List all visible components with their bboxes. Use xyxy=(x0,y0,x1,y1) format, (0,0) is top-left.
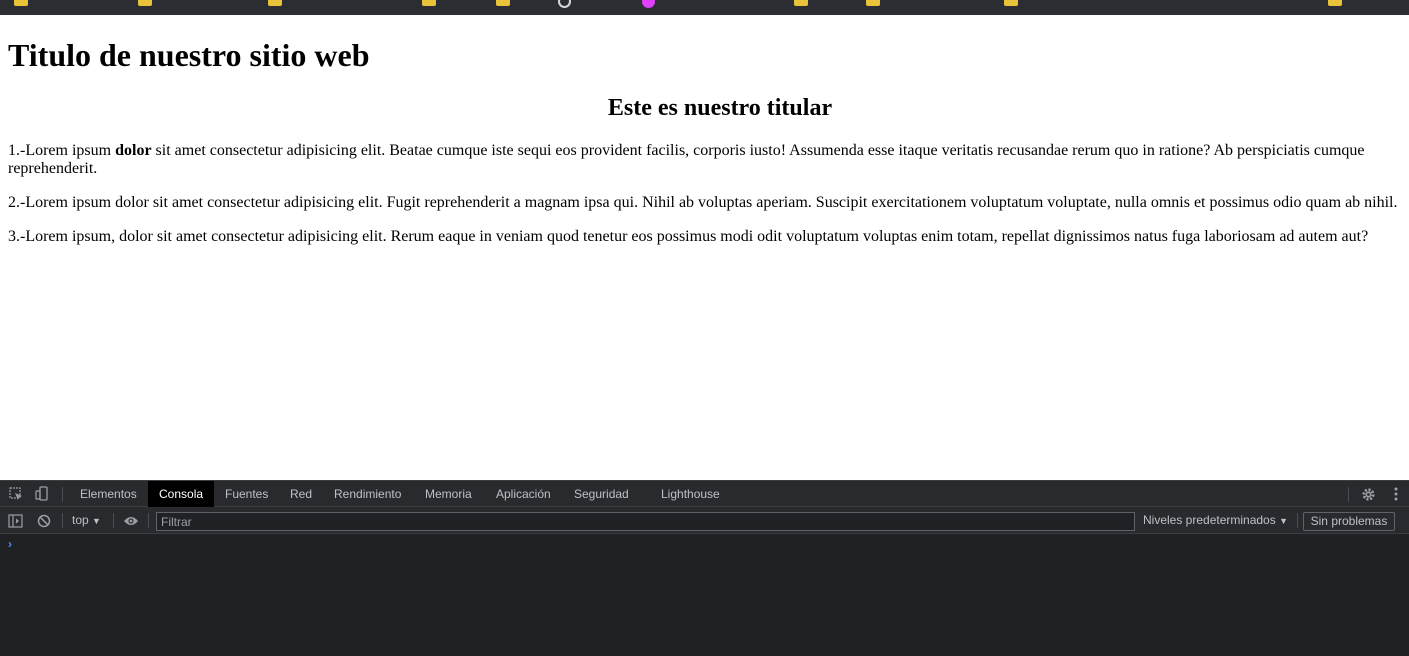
google-favicon-icon[interactable] xyxy=(558,0,571,8)
paragraph-1-end: sit amet consectetur adipisicing elit. B… xyxy=(8,142,1365,177)
chevron-down-icon: ▼ xyxy=(1279,516,1288,526)
issues-button[interactable]: Sin problemas xyxy=(1303,512,1395,531)
devtools-panel: Elementos Consola Fuentes Red Rendimient… xyxy=(0,480,1409,656)
console-filter-input[interactable] xyxy=(156,512,1135,531)
bookmark-folder-icon[interactable] xyxy=(138,0,152,6)
console-prompt[interactable]: › xyxy=(8,537,12,551)
tab-security[interactable]: Seguridad xyxy=(563,481,640,507)
toolbar-divider xyxy=(113,513,114,528)
tab-memory[interactable]: Memoria xyxy=(414,481,483,507)
gear-icon[interactable] xyxy=(1358,485,1378,503)
toolbar-divider xyxy=(1348,487,1349,502)
tab-sources[interactable]: Fuentes xyxy=(214,481,279,507)
clear-console-icon[interactable] xyxy=(35,512,53,529)
log-levels-label: Niveles predeterminados xyxy=(1143,513,1276,527)
tab-network[interactable]: Red xyxy=(279,481,323,507)
tab-lighthouse[interactable]: Lighthouse xyxy=(650,481,731,507)
bookmark-favicon-icon[interactable] xyxy=(642,0,655,8)
page-title: Titulo de nuestro sitio web xyxy=(8,37,370,73)
bookmark-folder-icon[interactable] xyxy=(14,0,28,6)
toolbar-divider xyxy=(1297,513,1298,528)
page-headline: Este es nuestro titular xyxy=(607,95,833,121)
log-levels-dropdown[interactable]: Niveles predeterminados ▼ xyxy=(1143,507,1288,534)
bookmark-folder-icon[interactable] xyxy=(422,0,436,6)
web-page: Titulo de nuestro sitio web Este es nues… xyxy=(0,15,1409,480)
toolbar-divider xyxy=(148,513,149,528)
bookmarks-bar xyxy=(0,0,1409,15)
paragraph-1-start: 1.-Lorem ipsum xyxy=(8,142,116,159)
paragraph-1-bold: dolor xyxy=(115,142,152,159)
bookmark-folder-icon[interactable] xyxy=(496,0,510,6)
toolbar-divider xyxy=(62,513,63,528)
chevron-down-icon: ▼ xyxy=(92,516,101,526)
bookmark-folder-icon[interactable] xyxy=(268,0,282,6)
paragraph-2: 2.-Lorem ipsum dolor sit amet consectetu… xyxy=(8,194,1398,211)
inspect-element-icon[interactable] xyxy=(6,485,26,503)
toolbar-divider xyxy=(62,487,63,502)
tab-elements[interactable]: Elementos xyxy=(69,481,148,507)
device-toolbar-icon[interactable] xyxy=(32,485,52,503)
bookmark-folder-icon[interactable] xyxy=(1328,0,1342,6)
tab-application[interactable]: Aplicación xyxy=(485,481,562,507)
tab-console[interactable]: Consola xyxy=(148,481,215,507)
paragraph-3: 3.-Lorem ipsum, dolor sit amet consectet… xyxy=(8,228,1369,245)
console-toolbar: top ▼ Niveles predeterminados ▼ Sin prob… xyxy=(0,507,1409,534)
bookmark-folder-icon[interactable] xyxy=(866,0,880,6)
bookmark-folder-icon[interactable] xyxy=(1004,0,1018,6)
show-sidebar-icon[interactable] xyxy=(6,512,24,529)
bookmark-folder-icon[interactable] xyxy=(794,0,808,6)
context-label: top xyxy=(72,513,89,527)
live-expression-icon[interactable] xyxy=(121,512,141,529)
more-options-icon[interactable] xyxy=(1386,485,1406,503)
context-selector[interactable]: top ▼ xyxy=(72,507,101,534)
tab-performance[interactable]: Rendimiento xyxy=(323,481,412,507)
devtools-tabbar: Elementos Consola Fuentes Red Rendimient… xyxy=(0,480,1409,507)
console-output[interactable]: › xyxy=(0,535,1409,656)
paragraph-1: 1.-Lorem ipsum dolor sit amet consectetu… xyxy=(8,142,1403,178)
